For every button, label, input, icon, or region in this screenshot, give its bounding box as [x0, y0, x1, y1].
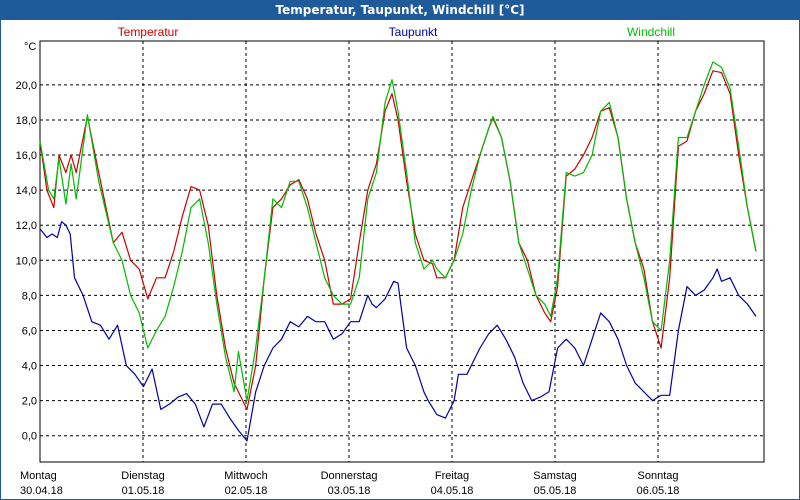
y-tick-label: 14,0	[16, 185, 37, 197]
x-axis-tick-labels: Montag 30.04.18 Dienstag 01.05.18 Mittwoch 02…	[20, 470, 679, 497]
chart-window-title: Temperatur, Taupunkt, Windchill [°C]	[0, 0, 800, 20]
y-tick-label: 10,0	[16, 255, 37, 267]
series-line-temperatur	[39, 70, 757, 410]
y-axis-unit-label: °C	[24, 41, 36, 53]
y-tick-label: 18,0	[16, 115, 37, 127]
x-tick-date: 01.05.18	[122, 485, 165, 497]
x-tick-date: 03.05.18	[328, 485, 371, 497]
series-line-taupunkt	[39, 221, 757, 442]
legend-entry-windchill: Windchill	[627, 25, 675, 39]
x-tick-date: 30.04.18	[20, 485, 63, 497]
x-tick-weekday: Donnerstag	[321, 470, 378, 482]
y-tick-label: 2,0	[22, 396, 37, 408]
y-tick-label: 0,0	[22, 431, 37, 443]
temperature-chart: 0,02,04,06,08,010,012,014,016,018,020,0 …	[16, 25, 765, 497]
y-tick-label: 12,0	[16, 220, 37, 232]
y-tick-label: 16,0	[16, 150, 37, 162]
legend-entry-temperatur: Temperatur	[118, 25, 179, 39]
series-lines	[39, 61, 757, 442]
y-axis-tick-labels: 0,0 2,0 4,0 6,0 8,0 10,0 12,0 14,0 16,0 18,0 20,0	[16, 80, 37, 443]
y-tick-label: 20,0	[16, 80, 37, 92]
x-tick-weekday: Freitag	[435, 470, 469, 482]
y-tick-label: 8,0	[22, 290, 37, 302]
legend: Temperatur Taupunkt Windchill	[118, 25, 675, 39]
y-tick-label: 6,0	[22, 325, 37, 337]
y-tick-label: 4,0	[22, 361, 37, 373]
x-tick-weekday: Mittwoch	[224, 470, 267, 482]
x-tick-date: 06.05.18	[637, 485, 680, 497]
x-tick-weekday: Montag	[20, 470, 57, 482]
legend-entry-taupunkt: Taupunkt	[389, 25, 438, 39]
x-tick-date: 02.05.18	[225, 485, 268, 497]
x-tick-weekday: Sonntag	[638, 470, 679, 482]
x-tick-date: 05.05.18	[534, 485, 577, 497]
x-tick-date: 04.05.18	[431, 485, 474, 497]
x-tick-weekday: Dienstag	[121, 470, 164, 482]
series-line-windchill	[39, 61, 757, 402]
x-tick-weekday: Samstag	[533, 470, 576, 482]
